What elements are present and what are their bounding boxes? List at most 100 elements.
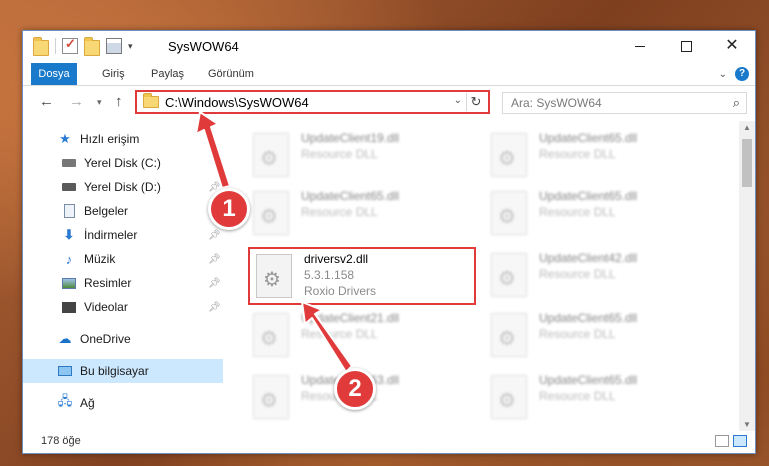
nav-item-music[interactable]: ♪ Müzik 📌︎	[23, 247, 223, 271]
customize-icon[interactable]	[106, 38, 122, 54]
vertical-scrollbar[interactable]: ▲ ▼	[739, 121, 755, 431]
file-version: 5.3.1.158	[304, 268, 355, 282]
file-tile[interactable]: UpdateClient65.dll Resource DLL	[491, 309, 716, 361]
file-list: UpdateClient19.dll Resource DLL UpdateCl…	[227, 121, 739, 431]
videos-icon	[61, 299, 77, 315]
close-icon: ✕	[725, 37, 739, 54]
documents-icon	[61, 203, 77, 219]
nav-item-label: OneDrive	[80, 332, 131, 346]
navigation-bar: ← → ▾ ↑ C:\Windows\SysWOW64 ⌄ ↻ Ara: Sys…	[23, 86, 755, 120]
tab-share[interactable]: Paylaş	[151, 63, 184, 85]
this-pc-icon	[57, 363, 73, 379]
dll-file-icon	[253, 313, 289, 357]
drive-icon	[61, 155, 77, 171]
new-folder-icon[interactable]	[84, 37, 100, 56]
search-input[interactable]: Ara: SysWOW64 ⌕	[502, 92, 747, 114]
dll-file-icon	[491, 191, 527, 235]
minimize-button[interactable]	[617, 31, 663, 61]
scroll-up-icon[interactable]: ▲	[743, 123, 751, 132]
navigation-pane: ★ Hızlı erişim Yerel Disk (C:) Yerel Dis…	[23, 121, 223, 431]
callout-step-2: 2	[334, 368, 376, 410]
file-tile[interactable]: UpdateClient65.dll Resource DLL	[491, 129, 716, 181]
up-button[interactable]: ↑	[115, 93, 123, 110]
pin-icon[interactable]: 📌︎	[208, 254, 221, 265]
pin-icon[interactable]: 📌︎	[208, 302, 221, 313]
file-name: UpdateClient42.dll	[539, 251, 638, 265]
help-icon[interactable]: ?	[735, 67, 749, 81]
file-name: UpdateClient65.dll	[539, 189, 638, 203]
nav-item-label: Hızlı erişim	[80, 132, 140, 146]
nav-item-disk-c[interactable]: Yerel Disk (C:)	[23, 151, 223, 175]
back-button[interactable]: ←	[39, 93, 54, 110]
file-tile[interactable]: UpdateClient65.dll Resource DLL	[491, 187, 716, 239]
details-view-icon[interactable]	[715, 435, 729, 447]
tab-file[interactable]: Dosya	[31, 63, 77, 85]
recent-locations-icon[interactable]: ▾	[97, 97, 102, 108]
nav-item-this-pc[interactable]: Bu bilgisayar	[23, 359, 223, 383]
properties-check-icon[interactable]	[62, 36, 78, 54]
maximize-icon	[680, 40, 692, 52]
ribbon-controls: ⌄ ?	[719, 67, 749, 81]
nav-item-videos[interactable]: Videolar 📌︎	[23, 295, 223, 319]
ribbon-tabs: Dosya Giriş Paylaş Görünüm ⌄ ?	[23, 63, 755, 86]
quick-access-toolbar: ▾	[33, 36, 133, 56]
expand-ribbon-icon[interactable]: ⌄	[719, 69, 727, 80]
star-icon: ★	[59, 131, 71, 146]
file-name: UpdateClient19.dll	[301, 131, 400, 145]
nav-item-label: İndirmeler	[84, 228, 138, 242]
file-tile-driversv2[interactable]: driversv2.dll 5.3.1.158 Roxio Drivers	[256, 250, 481, 302]
file-tile[interactable]: UpdateClient19.dll Resource DLL	[253, 129, 478, 181]
nav-item-network[interactable]: 🖧︎ Ağ	[23, 391, 223, 415]
file-tile[interactable]: UpdateClient42.dll Resource DLL	[491, 249, 716, 301]
dll-file-icon	[253, 191, 289, 235]
file-type: Resource DLL	[539, 147, 616, 161]
tab-view[interactable]: Görünüm	[208, 63, 254, 85]
file-tile[interactable]: UpdateClient65.dll Resource DLL	[491, 371, 716, 423]
forward-button[interactable]: →	[69, 93, 84, 110]
scroll-thumb[interactable]	[742, 139, 752, 187]
file-name: UpdateClient65.dll	[301, 189, 400, 203]
nav-item-quick-access[interactable]: ★ Hızlı erişim	[23, 127, 223, 151]
nav-item-pictures[interactable]: Resimler 📌︎	[23, 271, 223, 295]
view-switcher	[715, 435, 747, 447]
address-dropdown-icon[interactable]: ⌄	[454, 95, 462, 106]
file-type: Resource DLL	[301, 205, 378, 219]
tab-home[interactable]: Giriş	[102, 63, 125, 85]
file-type: Resource DLL	[539, 205, 616, 219]
address-path[interactable]: C:\Windows\SysWOW64	[165, 95, 309, 110]
qat-dropdown-icon[interactable]: ▾	[128, 41, 133, 52]
pin-icon[interactable]: 📌︎	[208, 230, 221, 241]
file-type: Resource DLL	[539, 389, 616, 403]
scroll-down-icon[interactable]: ▼	[743, 420, 751, 429]
nav-item-label: Ağ	[80, 396, 95, 410]
nav-item-disk-d[interactable]: Yerel Disk (D:) 📌︎	[23, 175, 223, 199]
file-type: Resource DLL	[539, 327, 616, 341]
file-tile[interactable]: UpdateClient65.dll Resource DLL	[253, 187, 478, 239]
nav-item-label: Müzik	[84, 252, 116, 266]
maximize-button[interactable]	[663, 31, 709, 61]
tiles-view-icon[interactable]	[733, 435, 747, 447]
file-type: Resource DLL	[301, 327, 378, 341]
file-name: UpdateClient65.dll	[539, 311, 638, 325]
onedrive-icon: ☁	[58, 331, 72, 346]
folder-icon	[33, 37, 49, 56]
nav-item-label: Bu bilgisayar	[80, 364, 149, 378]
minimize-icon	[635, 45, 645, 47]
file-name: UpdateClient65.dll	[539, 131, 638, 145]
highlighted-file-box: driversv2.dll 5.3.1.158 Roxio Drivers	[248, 247, 476, 305]
network-icon: 🖧︎	[57, 393, 73, 408]
nav-item-onedrive[interactable]: ☁ OneDrive	[23, 327, 223, 351]
nav-item-downloads[interactable]: ⬇ İndirmeler 📌︎	[23, 223, 223, 247]
file-tile[interactable]: UpdateClient21.dll Resource DLL	[253, 309, 478, 361]
close-button[interactable]: ✕	[709, 31, 755, 61]
file-company: Roxio Drivers	[304, 284, 377, 298]
toolbar-separator	[55, 38, 56, 54]
address-bar[interactable]: C:\Windows\SysWOW64 ⌄ ↻	[135, 90, 490, 114]
refresh-icon[interactable]: ↻	[466, 93, 485, 111]
callout-step-1: 1	[208, 188, 250, 230]
search-icon[interactable]: ⌕	[733, 95, 740, 111]
music-icon: ♪	[65, 251, 73, 267]
pin-icon[interactable]: 📌︎	[208, 278, 221, 289]
dll-file-icon	[253, 375, 289, 419]
nav-item-documents[interactable]: Belgeler 📌︎	[23, 199, 223, 223]
